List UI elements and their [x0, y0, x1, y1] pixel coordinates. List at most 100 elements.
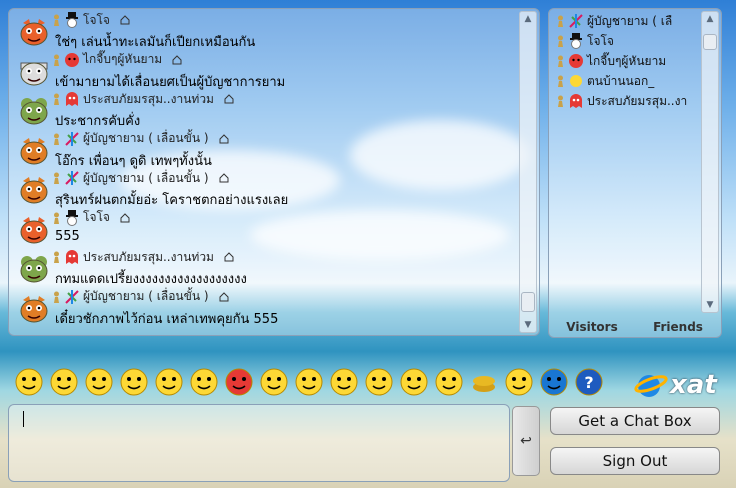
tab-friends[interactable]: Friends: [635, 317, 721, 337]
message-text: เดี๋ยวชักภาพไว้ก่อน เหล่าเทพคุยกัน 555: [55, 311, 279, 327]
userlist-scrollbar[interactable]: ▲ ▼: [701, 11, 719, 313]
home-icon: [120, 212, 130, 222]
wink-smiley-icon[interactable]: [84, 367, 114, 397]
message-row: โจโจ ใช่ๆ เล่นน้ำทะเลมันก็เปียกเหมือนกัน: [9, 9, 519, 50]
cow-avatar[interactable]: [19, 57, 49, 87]
send-button[interactable]: ↩: [512, 406, 540, 476]
tiger-avatar[interactable]: [19, 294, 49, 324]
message-header: โจโจ: [53, 12, 130, 28]
scroll-down-icon[interactable]: ▼: [520, 318, 536, 332]
message-input[interactable]: [8, 404, 510, 482]
home-icon: [219, 291, 229, 301]
message-header: โจโจ: [53, 208, 130, 227]
user-list-panel: ผู้บัญชายาม ( เลืโจโจไกจี๊บๆผู้หันยามตนบ…: [548, 8, 722, 338]
message-list: โจโจ ใช่ๆ เล่นน้ำทะเลมันก็เปียกเหมือนกันไ…: [9, 9, 519, 335]
red-ghost-icon: [64, 91, 80, 107]
sender-name[interactable]: ผู้บัญชายาม ( เลื่อนขั้น ): [83, 287, 209, 306]
frown-smiley-icon[interactable]: [329, 367, 359, 397]
xat-planet-icon: [634, 375, 668, 397]
user-name: ประสบภัยมรสุม..งา: [587, 93, 688, 108]
feather-icon: [64, 170, 80, 186]
scroll-up-icon[interactable]: ▲: [520, 12, 536, 26]
scroll-down-icon[interactable]: ▼: [702, 298, 718, 312]
sender-name[interactable]: ผู้บัญชายาม ( เลื่อนขั้น ): [83, 129, 209, 148]
home-icon: [219, 133, 229, 143]
feather-icon: [64, 289, 80, 305]
scroll-thumb[interactable]: [521, 292, 535, 312]
user-list-item[interactable]: ไกจี๊บๆผู้หันยาม: [549, 51, 701, 71]
get-chat-box-button[interactable]: Get a Chat Box: [550, 407, 720, 435]
coins-smiley-icon[interactable]: [469, 367, 499, 397]
group-smiley-icon[interactable]: [539, 367, 569, 397]
user-name: ไกจี๊บๆผู้หันยาม: [587, 53, 667, 68]
feather-icon: [64, 131, 80, 147]
red-face-icon: [568, 53, 584, 69]
mad-smiley-icon[interactable]: [224, 367, 254, 397]
user-name: ผู้บัญชายาม ( เลื: [587, 13, 673, 28]
tiger-avatar[interactable]: [19, 175, 49, 205]
sign-out-button[interactable]: Sign Out: [550, 447, 720, 475]
chat-panel: โจโจ ใช่ๆ เล่นน้ำทะเลมันก็เปียกเหมือนกันไ…: [8, 8, 540, 336]
help-smiley-icon[interactable]: ?: [574, 367, 604, 397]
message-header: ผู้บัญชายาม ( เลื่อนขั้น ): [53, 131, 229, 147]
garfield-avatar[interactable]: [19, 215, 49, 245]
red-ghost-icon: [568, 93, 584, 109]
message-text: 555: [55, 228, 80, 244]
message-header: ผู้บัญชายาม ( เลื่อนขั้น ): [53, 170, 229, 186]
no-sound-smiley-icon[interactable]: [504, 367, 534, 397]
chat-scrollbar[interactable]: ▲ ▼: [519, 11, 537, 333]
smile-smiley-icon[interactable]: [14, 367, 44, 397]
scroll-thumb[interactable]: [703, 34, 717, 50]
home-icon: [219, 173, 229, 183]
garfield-avatar[interactable]: [19, 17, 49, 47]
red-ghost-icon: [64, 249, 80, 265]
message-row: ผู้บัญชายาม ( เลื่อนขั้น ) โอ๊กร เพื่อนๆ …: [9, 128, 519, 169]
user-name: ตนบ้านนอก_: [587, 73, 655, 88]
top-hat-snowman-icon: [64, 209, 80, 226]
sender-name[interactable]: โจโจ: [83, 11, 110, 30]
crying-smiley-icon[interactable]: [364, 367, 394, 397]
smiley-bar: ?: [14, 365, 609, 399]
top-hat-snowman-icon: [568, 33, 584, 49]
cool-smiley-icon[interactable]: [189, 367, 219, 397]
sender-name[interactable]: โจโจ: [83, 208, 110, 227]
message-row: ประสบภัยมรสุม..งานท่วม ประชากรคับคั่ง: [9, 88, 519, 129]
user-name: โจโจ: [587, 33, 614, 48]
svg-text:?: ?: [584, 373, 593, 392]
sender-name[interactable]: ประสบภัยมรสุม..งานท่วม: [83, 90, 214, 109]
love-smiley-icon[interactable]: [434, 367, 464, 397]
eek-smiley-icon[interactable]: [119, 367, 149, 397]
confused-smiley-icon[interactable]: [259, 367, 289, 397]
frog-avatar[interactable]: [19, 96, 49, 126]
user-list-item[interactable]: ผู้บัญชายาม ( เลื: [549, 11, 701, 31]
xat-logo-text: xat: [670, 370, 717, 400]
user-list-item[interactable]: ประสบภัยมรสุม..งา: [549, 91, 701, 111]
message-header: ประสบภัยมรสุม..งานท่วม: [53, 91, 234, 107]
sender-name[interactable]: ผู้บัญชายาม ( เลื่อนขั้น ): [83, 169, 209, 188]
red-face-icon: [64, 52, 80, 68]
tongue-smiley-icon[interactable]: [154, 367, 184, 397]
home-icon: [172, 54, 182, 64]
tiger-avatar[interactable]: [19, 136, 49, 166]
message-row: โจโจ 555: [9, 207, 519, 247]
xat-logo[interactable]: xat: [634, 370, 717, 400]
message-header: ผู้บัญชายาม ( เลื่อนขั้น ): [53, 289, 229, 305]
scroll-up-icon[interactable]: ▲: [702, 12, 718, 26]
home-icon: [224, 94, 234, 104]
redface-smiley-icon[interactable]: [294, 367, 324, 397]
user-list-item[interactable]: โจโจ: [549, 31, 701, 51]
content-smiley-icon[interactable]: [399, 367, 429, 397]
top-hat-snowman-icon: [64, 12, 80, 28]
message-header: ประสบภัยมรสุม..งานท่วม: [53, 249, 234, 265]
message-row: ผู้บัญชายาม ( เลื่อนขั้น ) สุรินทร์ฝนตกมั…: [9, 167, 519, 208]
message-row: ไกจี๊บๆผู้หันยาม เข้ามายามได้เลื่อนยศเป็น…: [9, 49, 519, 90]
home-icon: [224, 252, 234, 262]
tab-visitors[interactable]: Visitors: [549, 317, 635, 337]
user-list-item[interactable]: ตนบ้านนอก_: [549, 71, 701, 91]
sender-name[interactable]: ไกจี๊บๆผู้หันยาม: [83, 50, 162, 69]
home-icon: [120, 15, 130, 25]
biggrin-smiley-icon[interactable]: [49, 367, 79, 397]
sender-name[interactable]: ประสบภัยมรสุม..งานท่วม: [83, 248, 214, 267]
message-row: ประสบภัยมรสุม..งานท่วม กทมแดดเปรี้ยงงงงงง…: [9, 246, 519, 287]
frog-avatar[interactable]: [19, 254, 49, 284]
